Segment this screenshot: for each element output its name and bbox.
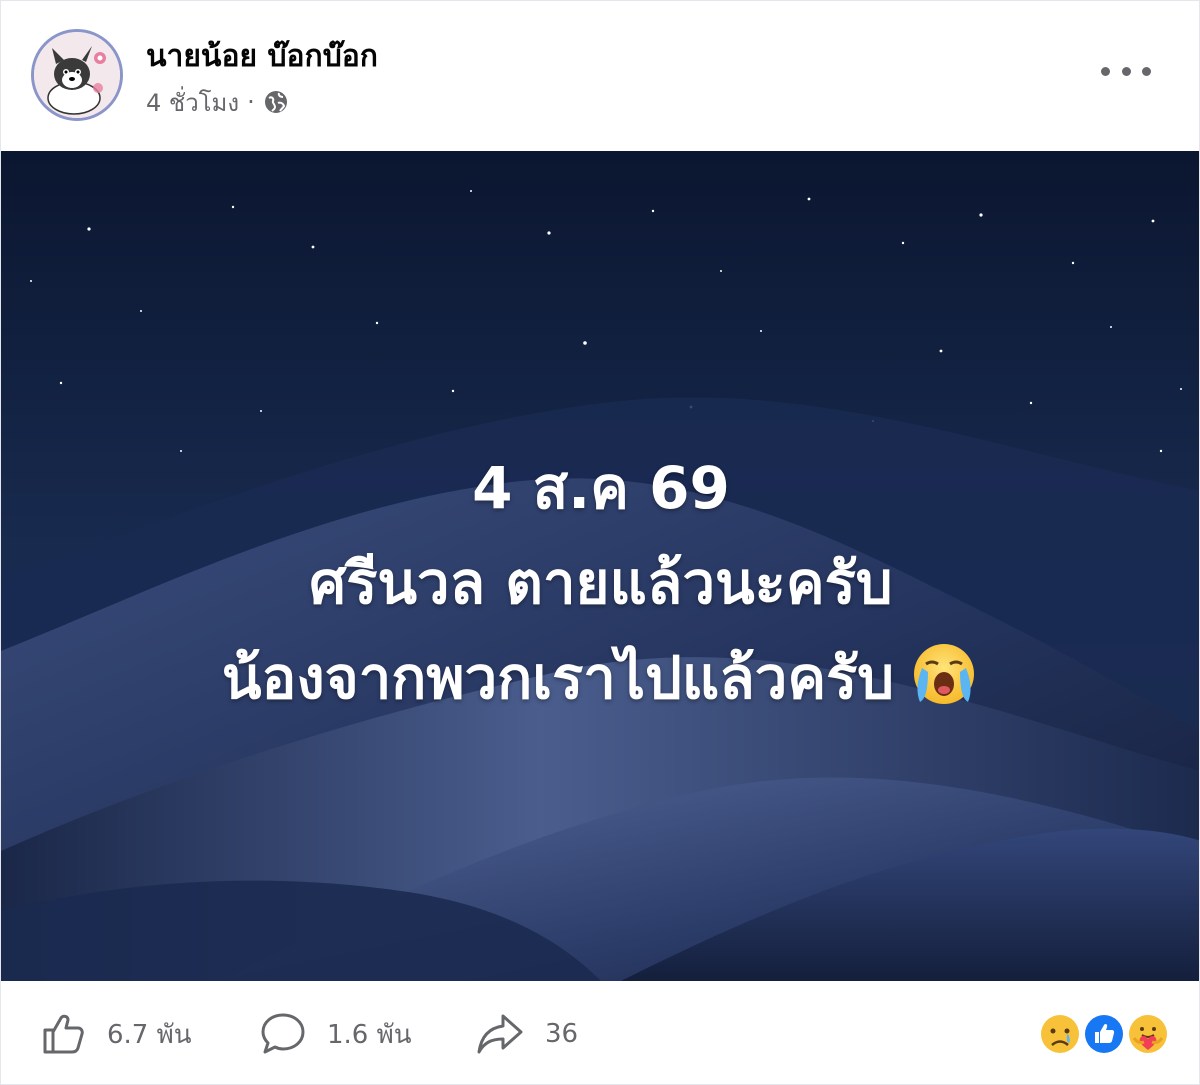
comment-count: 1.6 พัน [327,1019,412,1050]
globe-icon[interactable] [263,89,289,115]
post-image[interactable]: 4 ส.ค 69 ศรีนวล ตายแล้วนะครับ น้องจากพวก… [1,151,1199,981]
like-button[interactable]: 6.7 พัน [39,1009,192,1059]
share-count: 36 [545,1019,579,1049]
sad-reaction-icon [1037,1011,1083,1057]
dog-avatar-icon [34,32,120,118]
more-icon[interactable] [1101,57,1151,85]
more-dot [1121,66,1131,76]
post-timestamp[interactable]: 4 ชั่วโมง [146,83,239,122]
share-arrow-icon [477,1014,523,1054]
comment-button[interactable]: 1.6 พัน [259,1009,412,1059]
post-footer: 6.7 พัน 1.6 พัน 36 [1,981,1199,1084]
image-caption: 4 ส.ค 69 ศรีนวล ตายแล้วนะครับ น้องจากพวก… [1,441,1199,726]
thumbs-up-icon [43,1014,84,1054]
facebook-post: นายน้อย บ๊อกบ๊อก 4 ชั่วโมง · 4 ส.ค 69 ศร… [0,0,1200,1085]
author-name[interactable]: นายน้อย บ๊อกบ๊อก [146,33,378,80]
caption-line-2: ศรีนวล ตายแล้วนะครับ [309,549,893,617]
post-header: นายน้อย บ๊อกบ๊อก 4 ชั่วโมง · [1,1,1199,151]
caption-line-3-text: น้องจากพวกเราไปแล้วครับ [221,644,895,712]
like-reaction-icon [1081,1011,1127,1057]
more-dot [1101,66,1110,76]
crying-face-emoji [908,638,980,710]
post-meta: 4 ชั่วโมง · [146,87,289,117]
caption-line-3: น้องจากพวกเราไปแล้วครับ [1,631,1199,726]
like-count: 6.7 พัน [107,1019,192,1050]
avatar[interactable] [31,29,123,121]
caption-line-date: 4 ส.ค 69 [472,454,730,522]
comment-bubble-icon [261,1013,305,1054]
share-button[interactable]: 36 [475,1009,578,1059]
reaction-summary[interactable] [1037,1009,1177,1059]
meta-separator: · [247,88,255,116]
care-reaction-icon [1125,1011,1171,1057]
more-dot [1142,66,1151,76]
